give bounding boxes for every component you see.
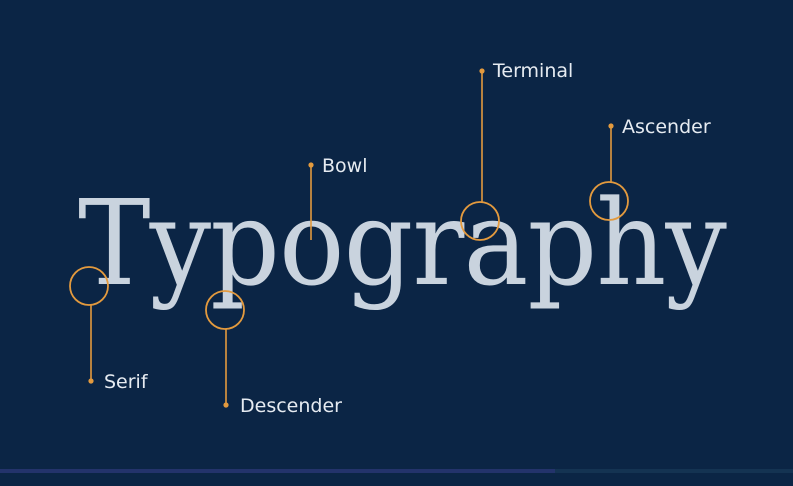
typography-anatomy-diagram: Typography Serif Descender Bowl Terminal [0, 0, 793, 486]
progress-bar-fill [0, 469, 555, 473]
terminal-label: Terminal [492, 60, 573, 82]
descender-label: Descender [240, 395, 342, 417]
progress-bar-track [555, 469, 793, 473]
diagram-canvas: Typography Serif Descender Bowl Terminal [69, 60, 728, 417]
typography-word: Typography [78, 174, 727, 312]
terminal-marker-dot [479, 68, 485, 74]
serif-label: Serif [104, 371, 149, 393]
bowl-label: Bowl [322, 155, 367, 177]
bowl-marker-dot [308, 162, 314, 168]
ascender-marker-dot [608, 123, 614, 129]
serif-marker-dot [88, 378, 94, 384]
ascender-label: Ascender [622, 116, 711, 138]
descender-marker-dot [223, 402, 229, 408]
